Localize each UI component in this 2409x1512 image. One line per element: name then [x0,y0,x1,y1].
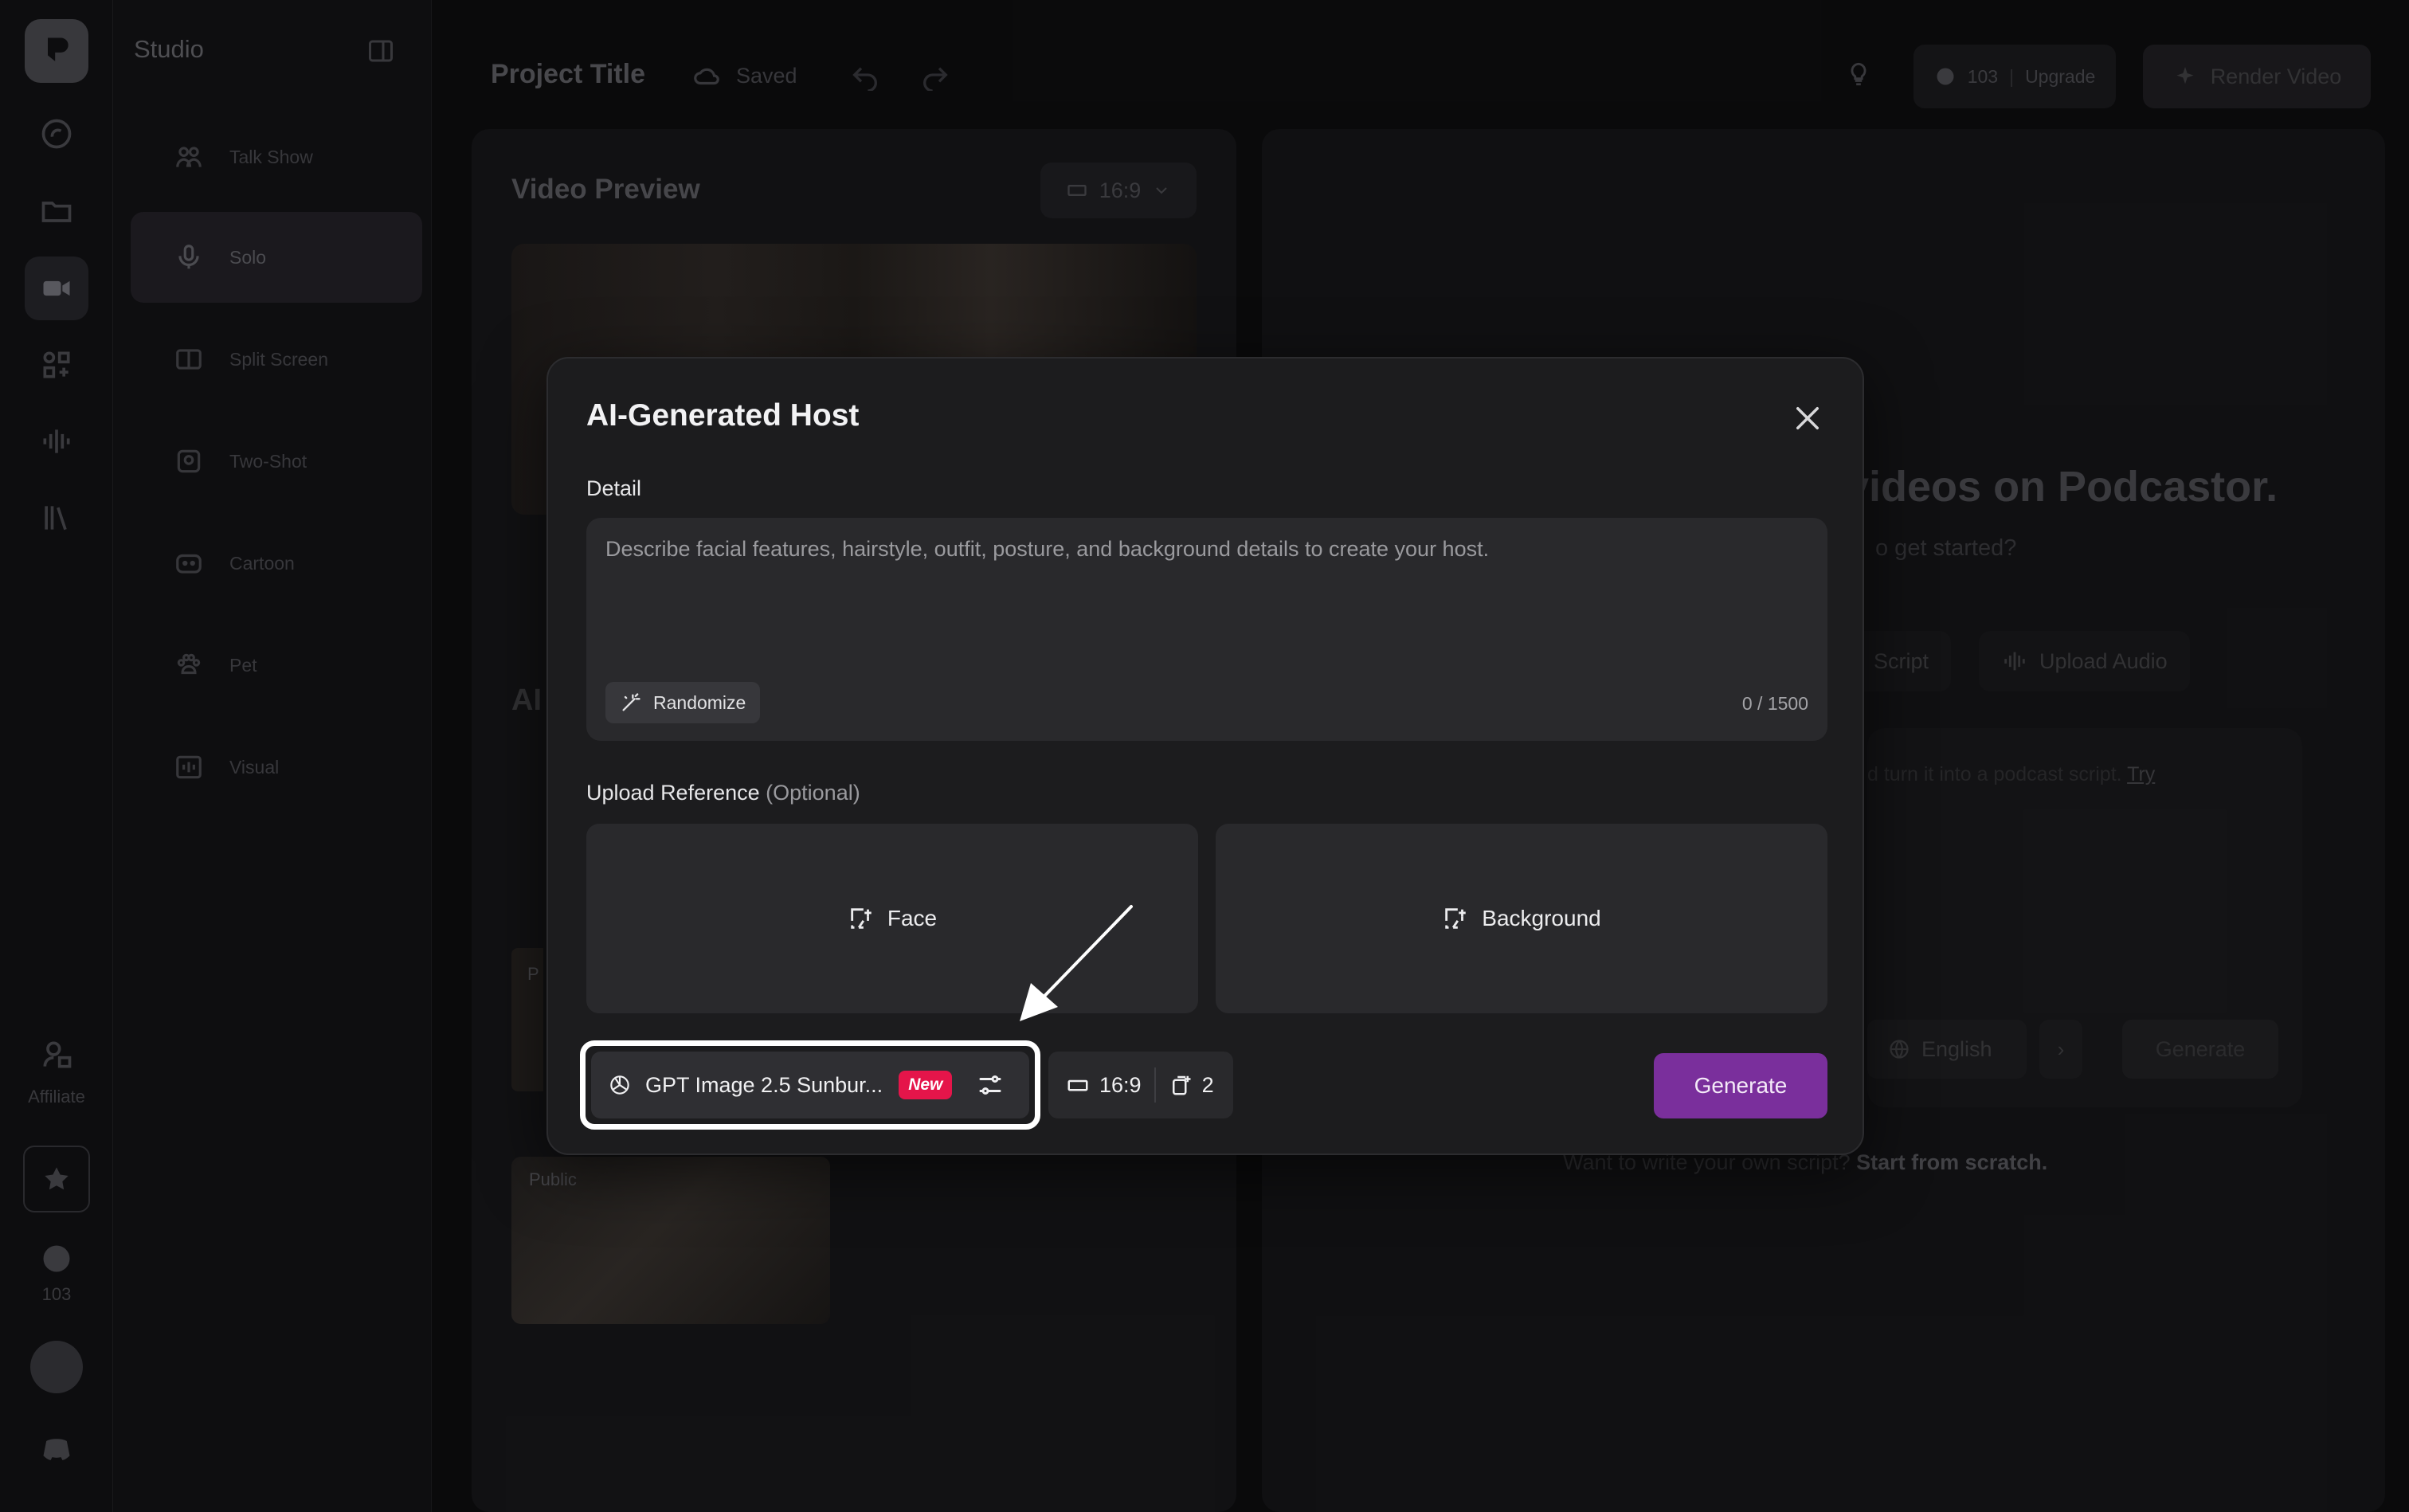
close-icon[interactable] [1791,402,1824,435]
output-options: 16:9 2 [1048,1052,1233,1118]
modal-title: AI-Generated Host [586,398,860,433]
face-label: Face [887,906,938,930]
upload-reference-label: Upload Reference (Optional) [586,781,860,805]
detail-label: Detail [586,476,642,500]
detail-textarea[interactable] [586,518,1827,669]
generate-button[interactable]: Generate [1654,1053,1827,1118]
image-count-button[interactable]: 2 [1169,1073,1214,1098]
optional-text: (Optional) [766,781,860,805]
aspect-ratio-button[interactable]: 16:9 [1066,1073,1142,1098]
divider [1154,1067,1156,1103]
randomize-button[interactable]: Randomize [605,682,761,723]
image-add-icon [1445,908,1467,929]
model-name: GPT Image 2.5 Sunbur... [645,1072,883,1097]
new-badge: New [899,1071,953,1099]
model-select-button[interactable]: GPT Image 2.5 Sunbur... New [591,1052,1029,1118]
detail-field: Randomize 0 / 1500 [586,518,1827,741]
upload-background-tile[interactable]: Background [1216,824,1827,1013]
randomize-label: Randomize [653,691,746,713]
upload-reference-text: Upload Reference [586,781,760,805]
rectangle-icon [1067,1079,1088,1091]
sliders-icon[interactable] [976,1071,1005,1099]
character-count: 0 / 1500 [1741,693,1808,714]
ai-generated-host-modal: AI-Generated Host Detail Randomize 0 / 1… [546,357,1864,1155]
background-label: Background [1482,906,1601,930]
magic-wand-icon [622,693,640,711]
aspect-ratio-value: 16:9 [1099,1072,1142,1097]
openai-icon [610,1075,629,1095]
upload-face-tile[interactable]: Face [586,824,1198,1013]
image-count-value: 2 [1201,1072,1214,1097]
image-add-icon [851,908,872,929]
images-plus-icon [1172,1075,1191,1095]
